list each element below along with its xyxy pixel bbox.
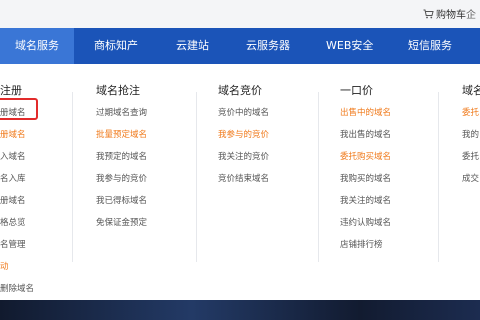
menu-link[interactable]: 违约认购域名 — [340, 216, 391, 238]
cart-label: 购物车 — [436, 10, 466, 21]
menu-link[interactable]: 我关注的竞价 — [218, 150, 269, 172]
menu-link[interactable]: 入域名 — [0, 150, 34, 172]
menu-link[interactable]: 我已得标域名 — [96, 194, 147, 216]
menu-link[interactable]: 免保证金预定 — [96, 216, 147, 238]
menu-link[interactable]: 出售中的域名 — [340, 106, 391, 128]
column-divider — [318, 92, 319, 262]
nav-site-builder[interactable]: 云建站 — [176, 28, 209, 64]
cart-icon — [423, 9, 434, 18]
menu-link[interactable]: 我参与的竞价 — [218, 128, 269, 150]
menu-link[interactable]: 竞价结束域名 — [218, 172, 269, 194]
nav-web-security[interactable]: WEB安全 — [326, 28, 373, 64]
column-title: 域名竞价 — [218, 84, 262, 97]
menu-link[interactable]: 册域名 — [0, 194, 34, 216]
nav-trademark[interactable]: 商标知产 — [94, 28, 138, 64]
menu-link[interactable]: 竞价中的域名 — [218, 106, 269, 128]
column-divider — [438, 92, 439, 262]
nav-domain-services[interactable]: 域名服务 — [0, 28, 74, 64]
menu-link[interactable]: 格总览 — [0, 216, 34, 238]
menu-link[interactable]: 我关注的域名 — [340, 194, 391, 216]
top-bar: 购物车 企 — [0, 0, 480, 29]
column-title: 域名抢注 — [96, 84, 140, 97]
menu-link[interactable]: 名管理 — [0, 238, 34, 260]
page-background-strip — [0, 300, 480, 320]
column-title: 注册 — [0, 84, 22, 97]
menu-link[interactable]: 我出售的域名 — [340, 128, 391, 150]
highlight-box — [0, 98, 38, 120]
menu-link[interactable]: 委托购买域名 — [340, 150, 391, 172]
menu-link[interactable]: 店铺排行榜 — [340, 238, 391, 260]
main-nav: 域名服务 商标知产 云建站 云服务器 WEB安全 短信服务 — [0, 28, 480, 64]
menu-link[interactable]: 册域名 — [0, 128, 34, 150]
menu-link[interactable]: 委托 — [462, 106, 479, 128]
menu-link[interactable]: 我参与的竞价 — [96, 172, 147, 194]
column-title: 一口价 — [340, 84, 373, 97]
menu-link[interactable]: 名入库 — [0, 172, 34, 194]
nav-sms-service[interactable]: 短信服务 — [408, 28, 452, 64]
column-divider — [72, 92, 73, 262]
topbar-extra-link[interactable]: 企 — [466, 6, 476, 21]
menu-link[interactable]: 成交 — [462, 172, 479, 194]
menu-link[interactable]: 批量预定域名 — [96, 128, 147, 150]
column-title: 域名 — [462, 84, 480, 97]
menu-link[interactable]: 委托 — [462, 150, 479, 172]
cart-link[interactable]: 购物车 — [423, 6, 466, 21]
menu-link[interactable]: 我预定的域名 — [96, 150, 147, 172]
column-divider — [196, 92, 197, 262]
menu-link[interactable]: 我购买的域名 — [340, 172, 391, 194]
menu-link[interactable]: 过期域名查询 — [96, 106, 147, 128]
nav-cloud-server[interactable]: 云服务器 — [246, 28, 290, 64]
menu-link[interactable]: 我的 — [462, 128, 479, 150]
menu-link[interactable]: 动 — [0, 260, 34, 282]
domain-services-dropdown: 注册 册域名 册域名 入域名 名入库 册域名 格总览 名管理 动 删除域名 域名… — [0, 64, 480, 300]
